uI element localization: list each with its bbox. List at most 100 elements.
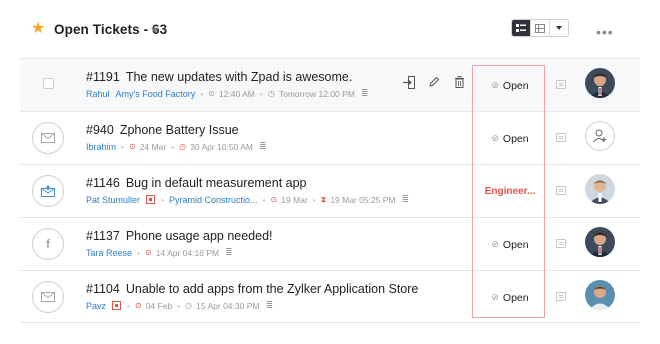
due-clock-icon: ◷: [267, 89, 275, 98]
hourglass-icon: ⧗: [320, 194, 327, 204]
ticket-subject[interactable]: Bug in default measurement app: [126, 176, 307, 190]
agent-avatar[interactable]: [585, 280, 615, 310]
comment-icon[interactable]: [556, 80, 566, 89]
ticket-row[interactable]: #940 Zphone Battery Issue Ibrahim • ⊙ 24 …: [20, 111, 640, 164]
ticket-meta: Tara Reese • ⊙ 14 Apr 04:16 PM ≣: [86, 247, 233, 258]
contact-name[interactable]: Rahul: [86, 89, 110, 99]
priority-flag-icon: [112, 301, 122, 310]
more-options-icon[interactable]: •••: [596, 24, 614, 40]
status-label: Open: [502, 132, 529, 145]
ticket-row[interactable]: #1191 The new updates with Zpad is awesom…: [20, 58, 640, 111]
due-clock-icon: ◷: [185, 301, 193, 310]
facebook-channel-icon: f: [32, 228, 64, 260]
ticket-status[interactable]: ⊘ Open: [475, 59, 545, 112]
overdue-clock-icon: ⊙: [270, 195, 278, 204]
link-icon: ⊘: [491, 239, 499, 249]
ticket-subject[interactable]: Phone usage app needed!: [126, 229, 273, 243]
agent-avatar[interactable]: [585, 68, 615, 98]
star-icon[interactable]: ★: [31, 21, 47, 37]
ticket-row[interactable]: #1146 Bug in default measurement app Pat …: [20, 164, 640, 217]
edit-pencil-icon[interactable]: [427, 75, 441, 89]
overdue-clock-icon: ⊙: [145, 248, 152, 257]
separator-dot: •: [259, 88, 263, 99]
ticket-id[interactable]: #1146: [86, 176, 120, 190]
ticket-subject-line[interactable]: #940 Zphone Battery Issue: [86, 123, 239, 137]
separator-dot: •: [121, 141, 124, 152]
page-header: ★ Open Tickets - 63 •••: [0, 0, 660, 58]
link-icon: ⊘: [491, 133, 499, 143]
ticket-status[interactable]: Engineer...: [475, 165, 545, 218]
ticket-status[interactable]: ⊘ Open: [475, 271, 545, 324]
due-date: 30 Apr 10:50 AM: [190, 141, 253, 152]
notes-icon: ≣: [259, 141, 267, 151]
agent-avatar[interactable]: [585, 227, 615, 257]
link-icon: ⊘: [491, 80, 499, 90]
ticket-meta: Pat Stumuller • Pyramid Constructio... •…: [86, 194, 409, 205]
assign-agent-button[interactable]: [585, 121, 615, 151]
separator-dot: •: [137, 247, 141, 258]
contact-name[interactable]: Pat Stumuller: [86, 195, 140, 205]
comment-icon[interactable]: [556, 133, 566, 142]
caret-down-icon: [556, 26, 562, 30]
ticket-row[interactable]: #1104 Unable to add apps from the Zylker …: [20, 270, 640, 323]
ticket-meta: Ibrahim • ⊙ 24 Mar • ◷ 30 Apr 10:50 AM ≣: [86, 141, 267, 152]
trash-icon[interactable]: [452, 75, 466, 89]
contact-name[interactable]: Pavz: [86, 301, 106, 311]
table-view-icon: [535, 23, 545, 33]
row-checkbox[interactable]: [43, 78, 54, 89]
status-label: Open: [502, 79, 529, 92]
account-name[interactable]: Amy's Food Factory: [116, 89, 196, 99]
comment-icon[interactable]: [556, 239, 566, 248]
list-view-button[interactable]: [512, 20, 530, 36]
view-dropdown-button[interactable]: [549, 20, 568, 36]
row-actions: [402, 75, 466, 89]
separator-dot: •: [312, 194, 316, 205]
ticket-subject[interactable]: The new updates with Zpad is awesome.: [126, 70, 353, 84]
status-label: Engineer...: [484, 186, 536, 197]
separator-dot: •: [161, 194, 165, 205]
clock-icon: ⊙: [208, 89, 215, 98]
ticket-row[interactable]: f #1137 Phone usage app needed! Tara Rees…: [20, 217, 640, 270]
ticket-status[interactable]: ⊘ Open: [475, 218, 545, 271]
separator-dot: •: [177, 300, 181, 311]
notes-icon: ≣: [401, 194, 410, 204]
table-view-button[interactable]: [530, 20, 549, 36]
chevron-down-icon[interactable]: [151, 28, 159, 33]
overdue-clock-icon: ⊙: [129, 142, 136, 151]
ticket-id[interactable]: #1137: [86, 229, 120, 243]
email-channel-icon: [32, 281, 64, 313]
ticket-id[interactable]: #1191: [86, 70, 120, 84]
comment-icon[interactable]: [556, 292, 566, 301]
due-date: Tomorrow 12:00 PM: [278, 88, 355, 99]
due-date: 14 Apr 04:16 PM: [155, 247, 220, 258]
add-user-icon: [593, 129, 607, 143]
ticket-status[interactable]: ⊘ Open: [475, 112, 545, 165]
due-clock-icon: ◷: [179, 142, 187, 151]
ticket-meta: Pavz • ⊙ 04 Feb • ◷ 15 Apr 04:30 PM ≣: [86, 300, 273, 311]
ticket-meta: Rahul Amy's Food Factory • ⊙ 12:40 AM • …: [86, 88, 368, 99]
list-view-icon: [516, 23, 526, 32]
status-label: Open: [502, 238, 529, 251]
due-date: 19 Mar 05:25 PM: [330, 194, 396, 205]
contact-name[interactable]: Ibrahim: [86, 142, 116, 152]
separator-dot: •: [262, 194, 266, 205]
ticket-subject-line[interactable]: #1104 Unable to add apps from the Zylker …: [86, 282, 418, 296]
comment-icon[interactable]: [556, 186, 566, 195]
account-name[interactable]: Pyramid Constructio...: [169, 195, 258, 205]
assign-icon[interactable]: [402, 75, 416, 89]
ticket-list: #1191 The new updates with Zpad is awesom…: [20, 58, 640, 323]
ticket-subject[interactable]: Zphone Battery Issue: [120, 123, 239, 137]
facebook-icon: f: [46, 237, 50, 251]
notes-icon: ≣: [225, 247, 233, 257]
contact-name[interactable]: Tara Reese: [86, 248, 132, 258]
notes-icon: ≣: [360, 88, 369, 98]
ticket-subject[interactable]: Unable to add apps from the Zylker Appli…: [126, 282, 419, 296]
ticket-subject-line[interactable]: #1146 Bug in default measurement app: [86, 176, 307, 190]
agent-avatar[interactable]: [585, 174, 615, 204]
ticket-subject-line[interactable]: #1191 The new updates with Zpad is awesom…: [86, 70, 352, 84]
view-toggle: [511, 19, 569, 37]
ticket-subject-line[interactable]: #1137 Phone usage app needed!: [86, 229, 273, 243]
ticket-id[interactable]: #940: [86, 123, 114, 137]
ticket-id[interactable]: #1104: [86, 282, 120, 296]
separator-dot: •: [127, 300, 130, 311]
